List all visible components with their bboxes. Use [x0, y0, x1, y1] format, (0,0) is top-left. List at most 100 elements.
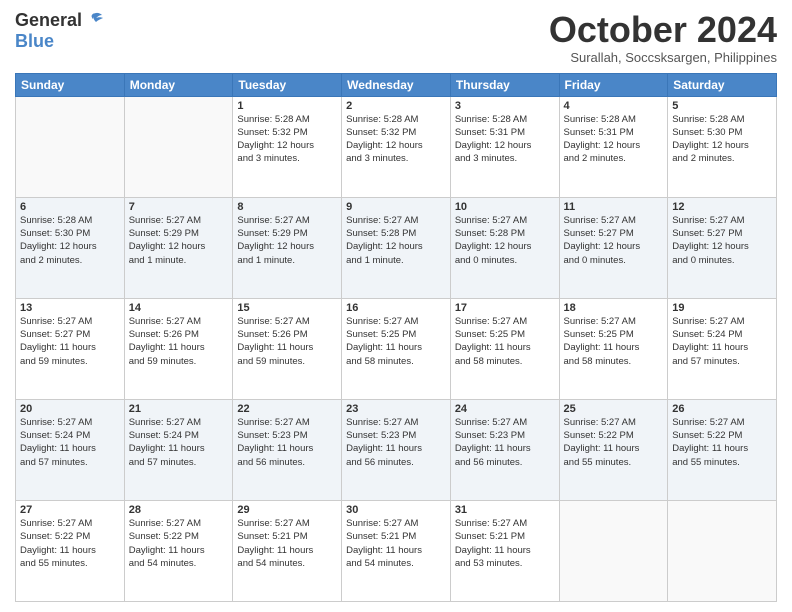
calendar-week-row: 27Sunrise: 5:27 AM Sunset: 5:22 PM Dayli… [16, 500, 777, 601]
calendar-day-cell: 30Sunrise: 5:27 AM Sunset: 5:21 PM Dayli… [342, 500, 451, 601]
day-info: Sunrise: 5:28 AM Sunset: 5:32 PM Dayligh… [237, 113, 337, 166]
calendar-day-cell: 13Sunrise: 5:27 AM Sunset: 5:27 PM Dayli… [16, 298, 125, 399]
day-info: Sunrise: 5:27 AM Sunset: 5:26 PM Dayligh… [237, 315, 337, 368]
day-info: Sunrise: 5:28 AM Sunset: 5:31 PM Dayligh… [455, 113, 555, 166]
day-info: Sunrise: 5:28 AM Sunset: 5:32 PM Dayligh… [346, 113, 446, 166]
header: General Blue October 2024 Surallah, Socc… [15, 10, 777, 65]
calendar-day-cell: 27Sunrise: 5:27 AM Sunset: 5:22 PM Dayli… [16, 500, 125, 601]
calendar-day-cell: 11Sunrise: 5:27 AM Sunset: 5:27 PM Dayli… [559, 197, 668, 298]
day-info: Sunrise: 5:27 AM Sunset: 5:22 PM Dayligh… [129, 517, 229, 570]
title-block: October 2024 Surallah, Soccsksargen, Phi… [549, 10, 777, 65]
day-info: Sunrise: 5:27 AM Sunset: 5:25 PM Dayligh… [346, 315, 446, 368]
day-number: 19 [672, 302, 772, 314]
day-number: 24 [455, 403, 555, 415]
calendar-day-cell: 5Sunrise: 5:28 AM Sunset: 5:30 PM Daylig… [668, 96, 777, 197]
calendar-day-cell: 3Sunrise: 5:28 AM Sunset: 5:31 PM Daylig… [450, 96, 559, 197]
calendar-day-cell: 18Sunrise: 5:27 AM Sunset: 5:25 PM Dayli… [559, 298, 668, 399]
calendar-header-row: SundayMondayTuesdayWednesdayThursdayFrid… [16, 73, 777, 96]
day-info: Sunrise: 5:27 AM Sunset: 5:23 PM Dayligh… [455, 416, 555, 469]
weekday-header: Tuesday [233, 73, 342, 96]
calendar-day-cell: 19Sunrise: 5:27 AM Sunset: 5:24 PM Dayli… [668, 298, 777, 399]
day-info: Sunrise: 5:27 AM Sunset: 5:22 PM Dayligh… [564, 416, 664, 469]
day-info: Sunrise: 5:27 AM Sunset: 5:22 PM Dayligh… [20, 517, 120, 570]
calendar-day-cell: 4Sunrise: 5:28 AM Sunset: 5:31 PM Daylig… [559, 96, 668, 197]
calendar-day-cell: 23Sunrise: 5:27 AM Sunset: 5:23 PM Dayli… [342, 399, 451, 500]
calendar-day-cell [559, 500, 668, 601]
calendar-day-cell: 22Sunrise: 5:27 AM Sunset: 5:23 PM Dayli… [233, 399, 342, 500]
calendar-day-cell: 2Sunrise: 5:28 AM Sunset: 5:32 PM Daylig… [342, 96, 451, 197]
day-number: 12 [672, 201, 772, 213]
weekday-header: Sunday [16, 73, 125, 96]
day-info: Sunrise: 5:27 AM Sunset: 5:24 PM Dayligh… [20, 416, 120, 469]
calendar-day-cell: 25Sunrise: 5:27 AM Sunset: 5:22 PM Dayli… [559, 399, 668, 500]
calendar-day-cell: 1Sunrise: 5:28 AM Sunset: 5:32 PM Daylig… [233, 96, 342, 197]
calendar-day-cell: 8Sunrise: 5:27 AM Sunset: 5:29 PM Daylig… [233, 197, 342, 298]
day-info: Sunrise: 5:28 AM Sunset: 5:31 PM Dayligh… [564, 113, 664, 166]
day-info: Sunrise: 5:27 AM Sunset: 5:26 PM Dayligh… [129, 315, 229, 368]
day-number: 11 [564, 201, 664, 213]
day-number: 9 [346, 201, 446, 213]
day-number: 21 [129, 403, 229, 415]
calendar-day-cell: 12Sunrise: 5:27 AM Sunset: 5:27 PM Dayli… [668, 197, 777, 298]
day-number: 25 [564, 403, 664, 415]
calendar-day-cell: 14Sunrise: 5:27 AM Sunset: 5:26 PM Dayli… [124, 298, 233, 399]
logo-bird-icon [84, 12, 106, 30]
calendar-day-cell [16, 96, 125, 197]
calendar-day-cell: 29Sunrise: 5:27 AM Sunset: 5:21 PM Dayli… [233, 500, 342, 601]
day-number: 7 [129, 201, 229, 213]
calendar-day-cell [668, 500, 777, 601]
calendar-day-cell: 10Sunrise: 5:27 AM Sunset: 5:28 PM Dayli… [450, 197, 559, 298]
day-number: 5 [672, 100, 772, 112]
day-number: 8 [237, 201, 337, 213]
month-title: October 2024 [549, 10, 777, 50]
day-number: 30 [346, 504, 446, 516]
day-number: 18 [564, 302, 664, 314]
weekday-header: Saturday [668, 73, 777, 96]
weekday-header: Wednesday [342, 73, 451, 96]
day-number: 28 [129, 504, 229, 516]
day-number: 31 [455, 504, 555, 516]
day-number: 22 [237, 403, 337, 415]
day-number: 3 [455, 100, 555, 112]
day-info: Sunrise: 5:28 AM Sunset: 5:30 PM Dayligh… [672, 113, 772, 166]
day-number: 29 [237, 504, 337, 516]
day-number: 2 [346, 100, 446, 112]
day-info: Sunrise: 5:27 AM Sunset: 5:24 PM Dayligh… [129, 416, 229, 469]
day-number: 13 [20, 302, 120, 314]
day-info: Sunrise: 5:27 AM Sunset: 5:28 PM Dayligh… [455, 214, 555, 267]
day-info: Sunrise: 5:28 AM Sunset: 5:30 PM Dayligh… [20, 214, 120, 267]
day-info: Sunrise: 5:27 AM Sunset: 5:27 PM Dayligh… [672, 214, 772, 267]
day-number: 1 [237, 100, 337, 112]
calendar-week-row: 13Sunrise: 5:27 AM Sunset: 5:27 PM Dayli… [16, 298, 777, 399]
calendar-day-cell: 6Sunrise: 5:28 AM Sunset: 5:30 PM Daylig… [16, 197, 125, 298]
location-subtitle: Surallah, Soccsksargen, Philippines [549, 50, 777, 65]
day-info: Sunrise: 5:27 AM Sunset: 5:23 PM Dayligh… [346, 416, 446, 469]
day-number: 26 [672, 403, 772, 415]
day-info: Sunrise: 5:27 AM Sunset: 5:25 PM Dayligh… [564, 315, 664, 368]
calendar-day-cell: 21Sunrise: 5:27 AM Sunset: 5:24 PM Dayli… [124, 399, 233, 500]
day-number: 14 [129, 302, 229, 314]
logo-text: General Blue [15, 10, 82, 52]
calendar-table: SundayMondayTuesdayWednesdayThursdayFrid… [15, 73, 777, 602]
calendar-week-row: 20Sunrise: 5:27 AM Sunset: 5:24 PM Dayli… [16, 399, 777, 500]
calendar-day-cell [124, 96, 233, 197]
calendar-day-cell: 20Sunrise: 5:27 AM Sunset: 5:24 PM Dayli… [16, 399, 125, 500]
day-info: Sunrise: 5:27 AM Sunset: 5:29 PM Dayligh… [129, 214, 229, 267]
weekday-header: Monday [124, 73, 233, 96]
calendar-day-cell: 17Sunrise: 5:27 AM Sunset: 5:25 PM Dayli… [450, 298, 559, 399]
calendar-day-cell: 16Sunrise: 5:27 AM Sunset: 5:25 PM Dayli… [342, 298, 451, 399]
calendar-day-cell: 15Sunrise: 5:27 AM Sunset: 5:26 PM Dayli… [233, 298, 342, 399]
calendar-day-cell: 28Sunrise: 5:27 AM Sunset: 5:22 PM Dayli… [124, 500, 233, 601]
day-info: Sunrise: 5:27 AM Sunset: 5:23 PM Dayligh… [237, 416, 337, 469]
day-info: Sunrise: 5:27 AM Sunset: 5:29 PM Dayligh… [237, 214, 337, 267]
weekday-header: Friday [559, 73, 668, 96]
calendar-day-cell: 9Sunrise: 5:27 AM Sunset: 5:28 PM Daylig… [342, 197, 451, 298]
calendar-day-cell: 31Sunrise: 5:27 AM Sunset: 5:21 PM Dayli… [450, 500, 559, 601]
logo: General Blue [15, 10, 106, 52]
day-info: Sunrise: 5:27 AM Sunset: 5:21 PM Dayligh… [346, 517, 446, 570]
day-number: 10 [455, 201, 555, 213]
day-info: Sunrise: 5:27 AM Sunset: 5:24 PM Dayligh… [672, 315, 772, 368]
day-info: Sunrise: 5:27 AM Sunset: 5:21 PM Dayligh… [237, 517, 337, 570]
calendar-day-cell: 26Sunrise: 5:27 AM Sunset: 5:22 PM Dayli… [668, 399, 777, 500]
day-info: Sunrise: 5:27 AM Sunset: 5:21 PM Dayligh… [455, 517, 555, 570]
